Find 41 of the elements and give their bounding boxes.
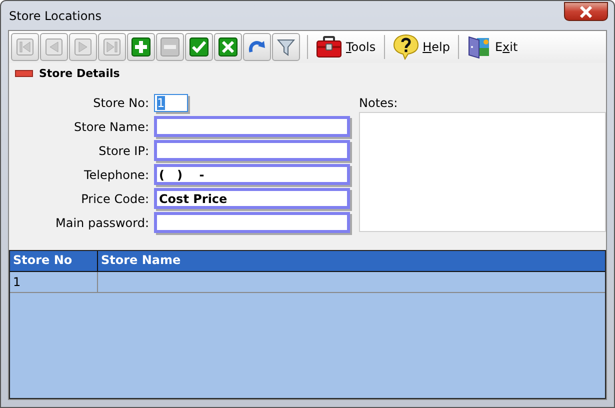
field-label: Store Name: — [73, 120, 150, 134]
field-label: Main password: — [54, 216, 150, 230]
field-label: Telephone: — [83, 168, 150, 182]
section-title: Store Details — [39, 67, 120, 80]
input-field[interactable]: 1 — [154, 94, 188, 112]
first-record-icon — [14, 36, 36, 58]
field-label: Store No: — [92, 96, 150, 110]
field-label: Store IP: — [98, 144, 150, 158]
refresh-button[interactable] — [243, 33, 271, 61]
input-field[interactable]: ( ) - — [154, 164, 350, 185]
save-icon — [188, 36, 210, 58]
close-button[interactable] — [564, 2, 608, 21]
help-button[interactable]: Help — [390, 34, 452, 60]
column-header[interactable]: Store No — [10, 251, 98, 271]
table-cell: 1 — [10, 272, 98, 292]
add-icon — [130, 36, 152, 58]
filter-button[interactable] — [272, 33, 300, 61]
window-title: Store Locations — [8, 8, 102, 22]
save-button[interactable] — [185, 33, 213, 61]
notes-field[interactable] — [359, 112, 606, 232]
previous-record-icon — [43, 36, 65, 58]
field-label: Notes: — [359, 96, 399, 110]
tools-button[interactable]: Tools — [314, 36, 378, 58]
door-icon — [466, 35, 491, 59]
cancel-button[interactable] — [214, 33, 242, 61]
exit-button[interactable]: Exit — [464, 35, 520, 59]
cancel-icon — [217, 36, 239, 58]
input-field[interactable] — [154, 116, 350, 137]
delete-icon — [159, 36, 181, 58]
column-header[interactable]: Store Name — [98, 251, 605, 271]
field-label: Price Code: — [80, 192, 150, 206]
question-bubble-icon — [392, 34, 419, 60]
next-record-icon — [72, 36, 94, 58]
close-icon — [579, 6, 593, 18]
last-record-icon — [101, 36, 123, 58]
input-field[interactable] — [154, 212, 350, 233]
input-field[interactable] — [154, 140, 350, 161]
input-field[interactable]: Cost Price — [154, 188, 350, 209]
section-marker-icon — [15, 70, 33, 77]
toolbox-icon — [316, 36, 342, 58]
add-button[interactable] — [127, 33, 155, 61]
